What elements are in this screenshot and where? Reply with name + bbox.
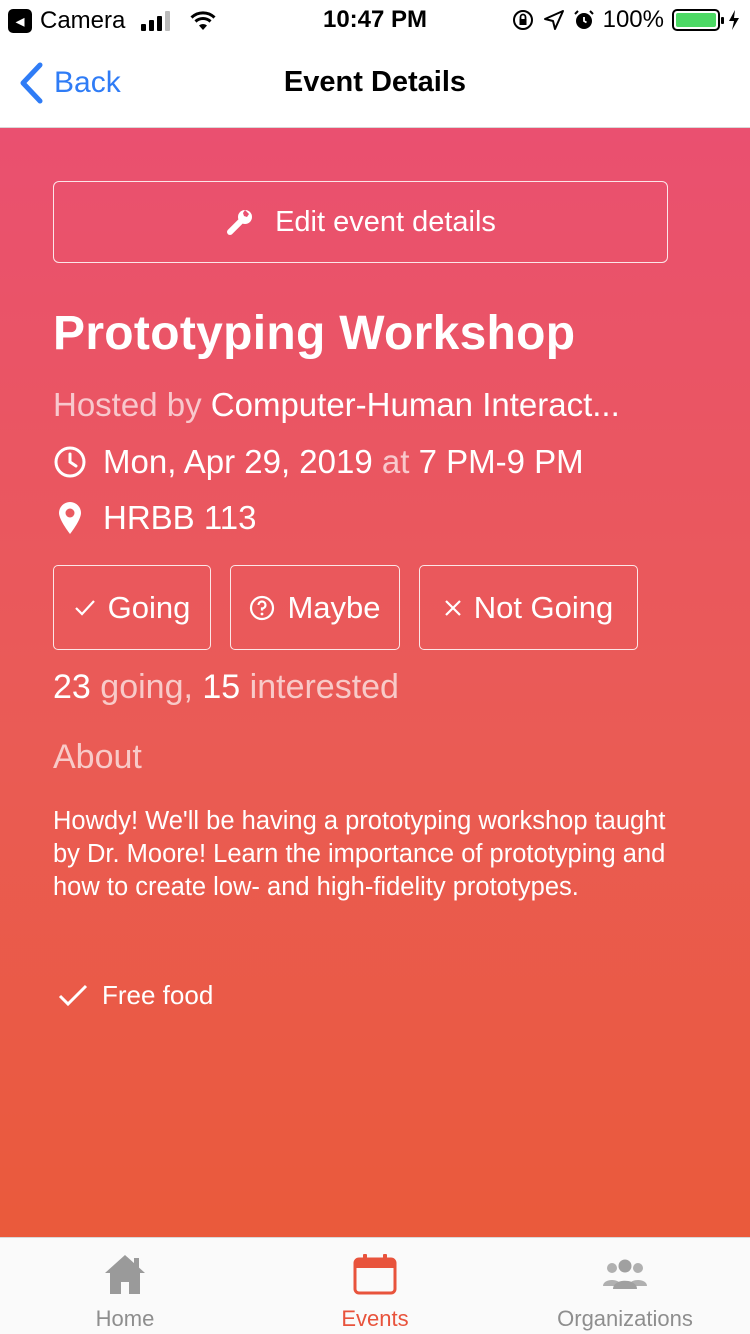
tab-bar: Home Events Organizations [0, 1237, 750, 1334]
status-right: 100% [511, 6, 740, 34]
tag-free-food: Free food [58, 980, 213, 1011]
going-count: 23 [53, 668, 91, 706]
rsvp-going-button[interactable]: Going [53, 565, 211, 650]
clock-icon [53, 445, 87, 479]
tab-home[interactable]: Home [0, 1238, 250, 1334]
wrench-icon [227, 210, 253, 235]
orientation-lock-icon [512, 10, 533, 30]
alarm-icon [573, 10, 594, 29]
event-date: Mon, Apr 29, 2019 [103, 443, 373, 480]
battery-icon [672, 9, 724, 31]
going-word: going, [100, 668, 193, 706]
tab-events-label: Events [341, 1306, 409, 1331]
battery-level [676, 13, 716, 27]
at-word: at [381, 443, 410, 480]
tag-label: Free food [102, 980, 214, 1010]
people-icon [601, 1251, 649, 1297]
check-icon [58, 984, 88, 1006]
calendar-icon [352, 1251, 398, 1297]
event-details-panel: Edit event details Prototyping Workshop … [0, 128, 750, 1237]
date-row: Mon, Apr 29, 2019 at 7 PM-9 PM [53, 443, 584, 481]
x-icon [444, 599, 461, 616]
host-row: Hosted by Computer-Human Interact... [53, 386, 693, 424]
status-left: ◂ Camera [8, 7, 216, 35]
tab-organizations[interactable]: Organizations [500, 1238, 750, 1334]
check-icon [74, 599, 95, 616]
back-to-app-icon[interactable]: ◂ [8, 9, 32, 33]
hosted-by-prefix: Hosted by [53, 386, 202, 423]
location-pin-icon [53, 501, 87, 535]
event-time: 7 PM-9 PM [418, 443, 584, 480]
cellular-signal-icon [141, 11, 171, 31]
edit-event-label: Edit event details [275, 205, 496, 238]
rsvp-not-going-label: Not Going [473, 589, 614, 625]
tab-home-label: Home [95, 1306, 155, 1331]
rsvp-going-label: Going [107, 589, 191, 625]
back-label: Back [54, 66, 121, 99]
about-heading: About [53, 738, 142, 776]
event-location[interactable]: HRBB 113 [103, 499, 256, 537]
chevron-left-icon [20, 62, 43, 104]
event-title: Prototyping Workshop [53, 307, 576, 360]
edit-event-button[interactable]: Edit event details [53, 181, 668, 263]
interested-word: interested [249, 668, 399, 706]
status-bar: ◂ Camera 10:47 PM 100% [0, 0, 750, 40]
host-name[interactable]: Computer-Human Interact... [211, 386, 620, 423]
location-row: HRBB 113 [53, 499, 256, 537]
rsvp-not-going-button[interactable]: Not Going [419, 565, 638, 650]
back-app-label[interactable]: Camera [40, 7, 125, 35]
battery-percent: 100% [602, 6, 664, 33]
home-icon [103, 1251, 147, 1297]
tab-events[interactable]: Events [250, 1238, 500, 1334]
question-circle-icon [250, 595, 275, 620]
about-description: Howdy! We'll be having a prototyping wor… [53, 807, 666, 901]
charging-bolt-icon [729, 10, 739, 30]
rsvp-maybe-button[interactable]: Maybe [230, 565, 400, 650]
interested-count: 15 [202, 668, 241, 706]
attendance-counts: 23 going, 15 interested [53, 668, 399, 707]
wifi-icon [190, 11, 216, 30]
navigation-bar: Back Event Details [0, 40, 750, 128]
back-button[interactable]: Back [18, 62, 121, 104]
rsvp-maybe-label: Maybe [287, 589, 381, 625]
tab-organizations-label: Organizations [557, 1306, 693, 1331]
location-arrow-icon [543, 10, 564, 30]
